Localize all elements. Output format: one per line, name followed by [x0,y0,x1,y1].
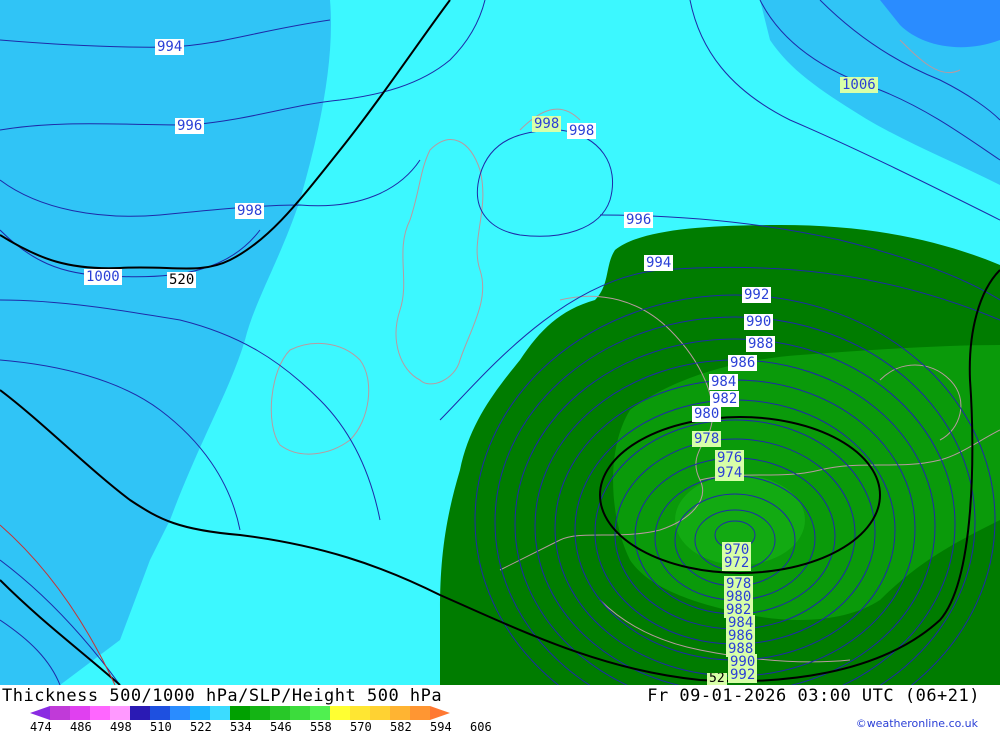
isobar-label: 974 [715,465,745,481]
isobar-label: 1000 [84,269,122,285]
isobar-label: 998 [567,123,597,139]
color-scale-swatch [90,706,110,720]
color-scale-tick: 546 [270,720,292,734]
isobar-label: 1006 [840,77,878,93]
isobar-label: 972 [722,555,752,571]
color-scale-tick: 534 [230,720,252,734]
isobar-label: 996 [175,118,205,134]
isobar-label: 976 [715,450,745,466]
valid-time: Fr 09-01-2026 03:00 UTC (06+21) [647,686,980,706]
height-label: 520 [167,272,197,288]
color-scale-swatch [170,706,190,720]
color-scale-tick: 510 [150,720,172,734]
color-scale-tick: 522 [190,720,212,734]
isobar-label: 994 [155,39,185,55]
color-scale-swatch [410,706,430,720]
isobar-label: 986 [728,355,758,371]
color-scale-tick: 594 [430,720,452,734]
color-scale-swatch [130,706,150,720]
isobar-label: 990 [744,314,774,330]
color-scale-swatch [350,706,370,720]
color-scale-swatch [30,706,50,720]
color-scale-swatch [50,706,70,720]
color-scale-swatch [110,706,130,720]
isobar-label: 998 [235,203,265,219]
color-scale-swatch [230,706,250,720]
isobar-label: 998 [532,116,562,132]
color-scale-tick: 558 [310,720,332,734]
credit-link[interactable]: ©weatheronline.co.uk [856,717,978,730]
isobar-label: 984 [709,374,739,390]
color-scale-swatch [150,706,170,720]
color-scale-tick: 498 [110,720,132,734]
color-scale-swatch [70,706,90,720]
color-scale-tick: 606 [470,720,492,734]
isobar-label: 978 [692,431,722,447]
color-scale-swatch [270,706,290,720]
color-scale-swatch [310,706,330,720]
color-scale-swatch [210,706,230,720]
weather-map [0,0,1000,685]
color-scale-tick: 474 [30,720,52,734]
color-scale-swatch [250,706,270,720]
isobar-label: 994 [644,255,674,271]
isobar-label: 988 [746,336,776,352]
color-scale-swatch [370,706,390,720]
color-scale [30,706,450,720]
color-scale-swatch [290,706,310,720]
isobar-label: 996 [624,212,654,228]
color-scale-swatch [390,706,410,720]
color-scale-swatch [330,706,350,720]
height-label: 52 [707,673,727,685]
color-scale-swatch [430,706,450,720]
color-scale-tick: 582 [390,720,412,734]
isobar-label: 992 [742,287,772,303]
color-scale-swatch [190,706,210,720]
isobar-label: 982 [710,391,740,407]
map-title: Thickness 500/1000 hPa/SLP/Height 500 hP… [2,686,443,706]
color-scale-tick: 486 [70,720,92,734]
color-scale-tick: 570 [350,720,372,734]
isobar-label: 980 [692,406,722,422]
isobar-label: 992 [728,667,758,683]
